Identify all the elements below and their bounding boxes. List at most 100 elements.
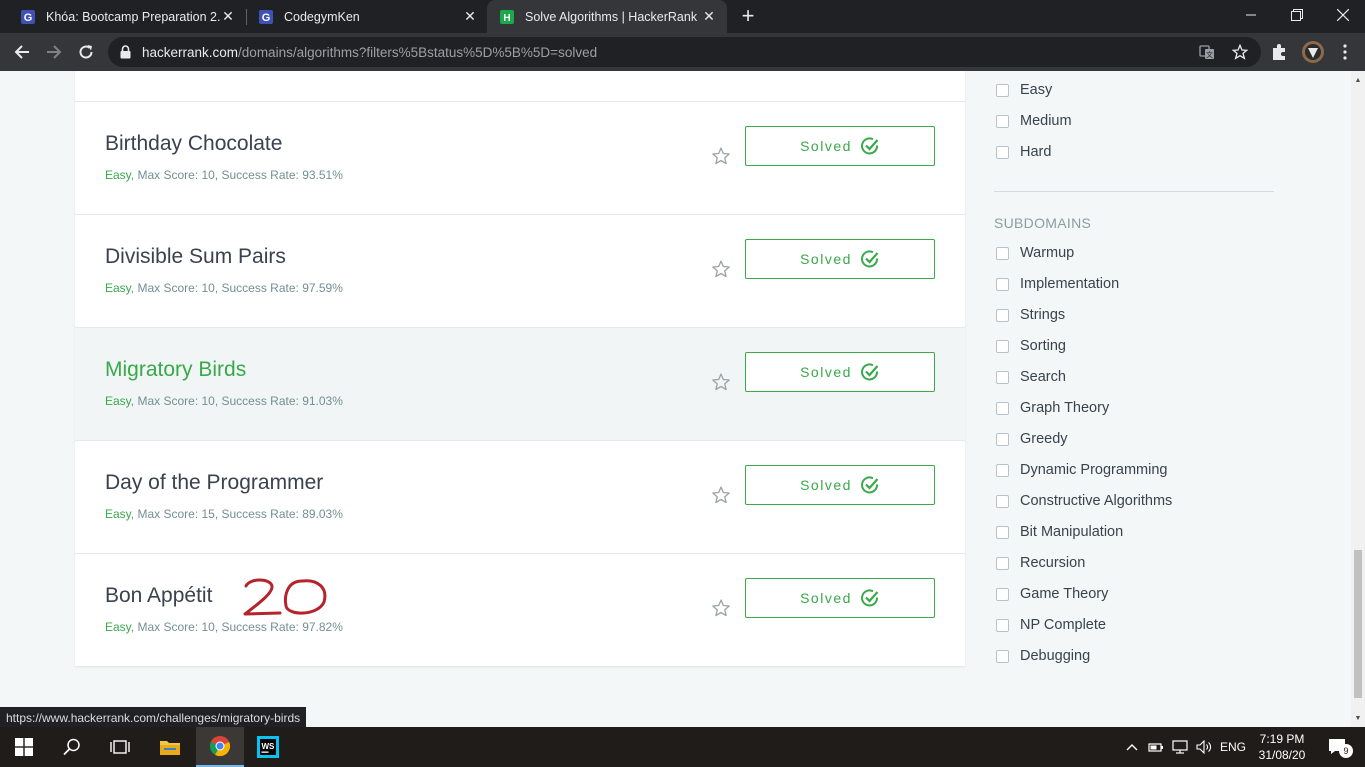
volume-tray[interactable] xyxy=(1194,727,1214,767)
kebab-menu-icon[interactable] xyxy=(1336,43,1354,61)
extensions-puzzle-icon[interactable] xyxy=(1270,43,1288,61)
solved-button[interactable]: Solved xyxy=(745,126,935,166)
challenge-row[interactable]: Migratory Birds Easy, Max Score: 10, Suc… xyxy=(75,327,965,440)
translate-icon[interactable]: 文 xyxy=(1199,44,1215,60)
filter-implementation[interactable]: Implementation xyxy=(994,274,1119,294)
start-button[interactable] xyxy=(0,727,48,767)
challenge-name[interactable]: Divisible Sum Pairs xyxy=(105,245,286,269)
filter-greedy[interactable]: Greedy xyxy=(994,429,1068,449)
challenge-name[interactable]: Bon Appétit xyxy=(105,584,212,608)
filter-strings[interactable]: Strings xyxy=(994,305,1065,325)
challenge-name[interactable]: Migratory Birds xyxy=(105,358,246,382)
file-explorer-button[interactable] xyxy=(146,727,194,767)
filter-warmup[interactable]: Warmup xyxy=(994,243,1074,263)
show-hidden-icons-button[interactable] xyxy=(1122,727,1142,767)
solved-button[interactable]: Solved xyxy=(745,578,935,618)
page-scrollbar[interactable]: ▲ ▼ xyxy=(1351,71,1365,727)
tab-hackerrank[interactable]: H Solve Algorithms | HackerRank ✕ xyxy=(487,0,727,33)
bookmark-star-icon[interactable] xyxy=(1231,43,1249,60)
checkbox[interactable] xyxy=(996,401,1009,415)
checkbox[interactable] xyxy=(996,114,1009,128)
chrome-taskbar-button[interactable] xyxy=(196,727,244,767)
challenge-name[interactable]: Day of the Programmer xyxy=(105,471,323,495)
network-tray[interactable] xyxy=(1170,727,1190,767)
bookmark-star-icon[interactable] xyxy=(711,259,731,279)
challenge-row[interactable]: Birthday Chocolate Easy, Max Score: 10, … xyxy=(75,101,965,214)
browser-tab-bar: G Khóa: Bootcamp Preparation 2.0 ✕ G Cod… xyxy=(0,0,1365,33)
minimize-button[interactable] xyxy=(1228,0,1274,30)
solved-button[interactable]: Solved xyxy=(745,239,935,279)
filter-label: Constructive Algorithms xyxy=(1020,493,1173,509)
filter-recursion[interactable]: Recursion xyxy=(994,553,1085,573)
filter-sorting[interactable]: Sorting xyxy=(994,336,1066,356)
battery-tray[interactable] xyxy=(1146,727,1166,767)
bookmark-star-icon[interactable] xyxy=(711,146,731,166)
filter-dynamic-programming[interactable]: Dynamic Programming xyxy=(994,460,1167,480)
checkbox[interactable] xyxy=(996,339,1009,353)
checkbox[interactable] xyxy=(996,525,1009,539)
bookmark-star-icon[interactable] xyxy=(711,485,731,505)
filter-game-theory[interactable]: Game Theory xyxy=(994,584,1108,604)
filter-label: Dynamic Programming xyxy=(1020,462,1168,478)
forward-button[interactable] xyxy=(39,37,69,67)
checkbox[interactable] xyxy=(996,494,1009,508)
checkbox[interactable] xyxy=(996,587,1009,601)
filter-easy[interactable]: Easy xyxy=(994,80,1052,100)
checkbox[interactable] xyxy=(996,556,1009,570)
filter-search[interactable]: Search xyxy=(994,367,1066,387)
restore-button[interactable] xyxy=(1274,0,1320,30)
bookmark-star-icon[interactable] xyxy=(711,372,731,392)
tab-title: CodegymKen xyxy=(284,9,360,24)
checkbox[interactable] xyxy=(996,463,1009,477)
score-rate: , Max Score: 10, Success Rate: 93.51% xyxy=(130,168,343,182)
checkbox[interactable] xyxy=(996,277,1009,291)
filter-graph-theory[interactable]: Graph Theory xyxy=(994,398,1109,418)
input-language[interactable]: ENG xyxy=(1218,727,1248,767)
scroll-up-arrow-icon[interactable]: ▲ xyxy=(1351,73,1365,87)
back-button[interactable] xyxy=(7,37,37,67)
solved-button[interactable]: Solved xyxy=(745,352,935,392)
lock-icon[interactable] xyxy=(120,45,131,64)
tab-close-icon[interactable]: ✕ xyxy=(220,8,236,25)
bookmark-star-icon[interactable] xyxy=(711,598,731,618)
reload-button[interactable] xyxy=(71,37,101,67)
checkbox[interactable] xyxy=(996,83,1009,97)
challenge-row[interactable]: Day of the Programmer Easy, Max Score: 1… xyxy=(75,440,965,553)
webstorm-taskbar-button[interactable]: WS xyxy=(244,727,292,767)
challenge-row[interactable]: Bon Appétit Easy, Max Score: 10, Success… xyxy=(75,553,965,666)
checkbox[interactable] xyxy=(996,649,1009,663)
challenge-name[interactable]: Birthday Chocolate xyxy=(105,132,282,156)
close-window-button[interactable] xyxy=(1320,0,1365,30)
tab-close-icon[interactable]: ✕ xyxy=(462,8,478,25)
checkbox[interactable] xyxy=(996,432,1009,446)
filter-hard[interactable]: Hard xyxy=(994,142,1051,162)
address-bar[interactable]: hackerrank.com/domains/algorithms?filter… xyxy=(108,37,1261,67)
svg-text:文: 文 xyxy=(1206,50,1213,59)
check-circle-icon xyxy=(860,363,879,381)
action-center-button[interactable]: 9 xyxy=(1318,727,1358,767)
filter-np-complete[interactable]: NP Complete xyxy=(994,615,1106,635)
scrollbar-thumb[interactable] xyxy=(1354,550,1362,698)
checkbox[interactable] xyxy=(996,246,1009,260)
task-view-button[interactable] xyxy=(96,727,144,767)
tab-bootcamp[interactable]: G Khóa: Bootcamp Preparation 2.0 ✕ xyxy=(0,0,246,33)
filter-bit-manipulation[interactable]: Bit Manipulation xyxy=(994,522,1123,542)
checkbox[interactable] xyxy=(996,370,1009,384)
filter-medium[interactable]: Medium xyxy=(994,111,1072,131)
taskbar-clock[interactable]: 7:19 PM 31/08/20 xyxy=(1252,731,1312,763)
checkbox[interactable] xyxy=(996,145,1009,159)
tab-codegymken[interactable]: G CodegymKen ✕ xyxy=(238,0,488,33)
filter-label: Hard xyxy=(1020,144,1052,160)
new-tab-button[interactable]: + xyxy=(737,5,759,28)
checkbox[interactable] xyxy=(996,308,1009,322)
scroll-down-arrow-icon[interactable]: ▼ xyxy=(1351,711,1365,725)
filter-debugging[interactable]: Debugging xyxy=(994,646,1090,666)
search-button[interactable] xyxy=(48,727,96,767)
solved-button[interactable]: Solved xyxy=(745,465,935,505)
profile-avatar[interactable] xyxy=(1301,40,1325,64)
url-text[interactable]: hackerrank.com/domains/algorithms?filter… xyxy=(142,45,597,60)
challenge-row[interactable]: Divisible Sum Pairs Easy, Max Score: 10,… xyxy=(75,214,965,327)
checkbox[interactable] xyxy=(996,618,1009,632)
filter-constructive-algorithms[interactable]: Constructive Algorithms xyxy=(994,491,1172,511)
tab-close-icon[interactable]: ✕ xyxy=(701,8,717,25)
